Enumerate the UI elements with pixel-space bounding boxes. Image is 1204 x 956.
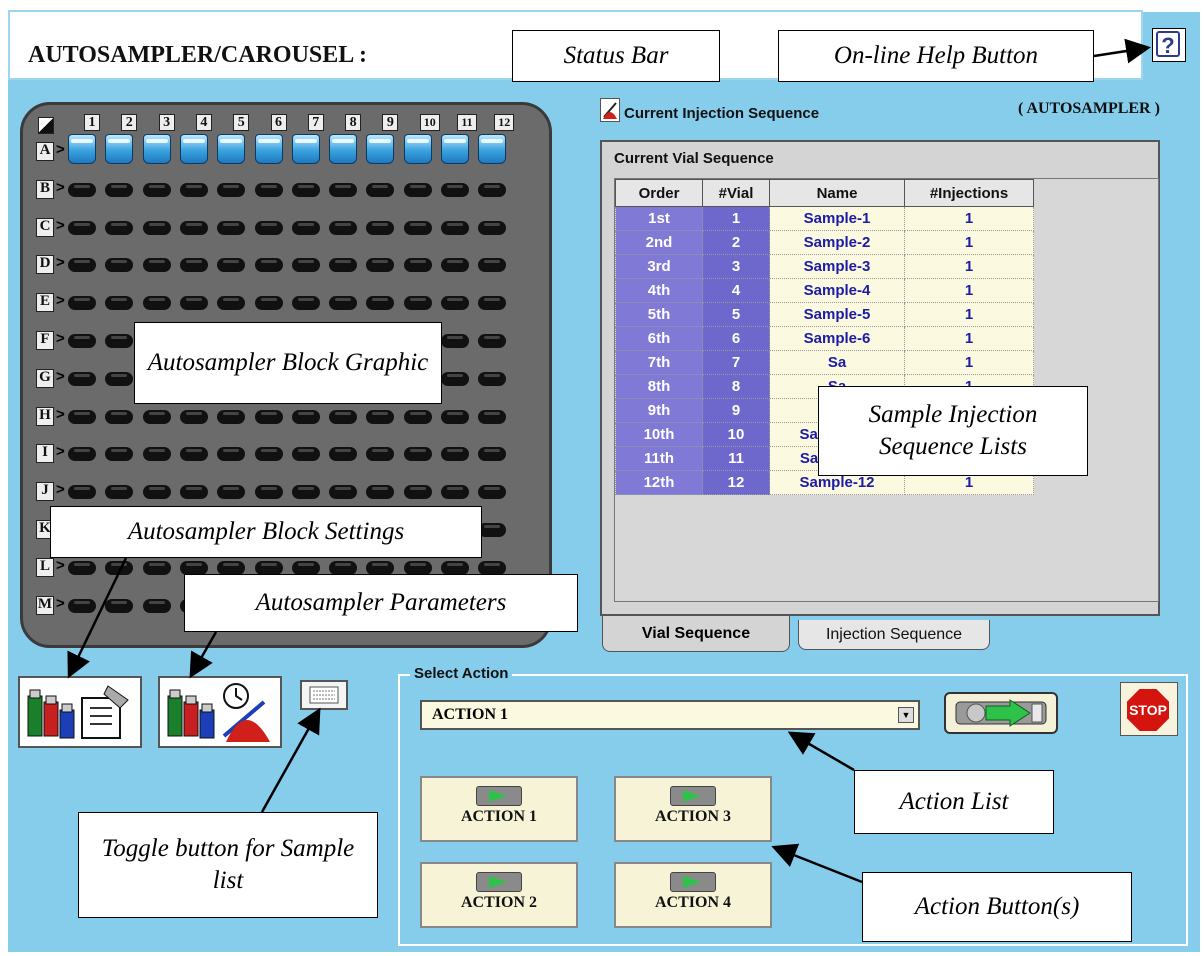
arrow-parameters <box>189 631 218 679</box>
arrow-block-settings <box>67 557 128 679</box>
arrow-action-buttons <box>771 843 863 884</box>
arrow-help <box>1093 38 1151 64</box>
arrow-action-list <box>787 731 855 772</box>
callout-arrows <box>67 38 1151 884</box>
arrow-toggle <box>260 707 321 813</box>
